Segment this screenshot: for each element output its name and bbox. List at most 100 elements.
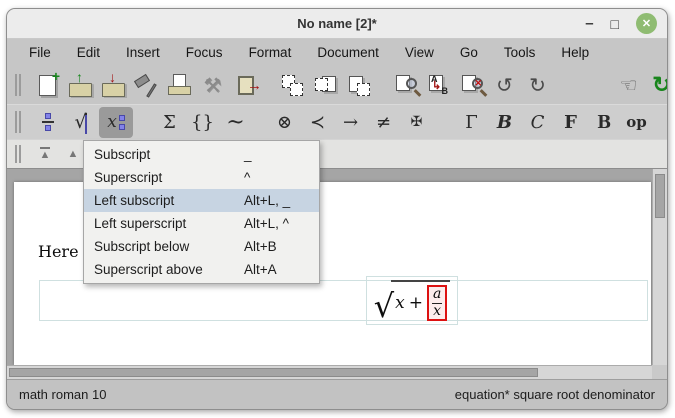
menu-item-subscript-below[interactable]: Subscript below Alt+B: [84, 235, 319, 258]
gamma-icon: Γ: [465, 112, 478, 133]
fraction-denominator: x: [433, 304, 441, 319]
scroll-up-button[interactable]: ▲: [61, 142, 85, 166]
menu-item-shortcut: ^: [244, 170, 250, 185]
back-button[interactable]: ☜: [614, 71, 643, 100]
scripts-button[interactable]: x: [99, 107, 133, 138]
big-operator-button[interactable]: Σ: [155, 108, 184, 137]
equation-environment-box: √x+ax: [39, 280, 648, 321]
back-hand-icon: ☜: [620, 73, 638, 98]
bold-button[interactable]: B: [490, 108, 519, 137]
otimes-icon: ⊗: [277, 112, 292, 133]
replace-arrow-icon: ↳: [432, 79, 441, 92]
cut-icon: [315, 78, 328, 91]
menu-item-label: Left superscript: [94, 216, 244, 231]
horizontal-scrollbar-thumb[interactable]: [9, 368, 538, 377]
menu-item-shortcut: Alt+L, _: [244, 193, 290, 208]
statusbar: math roman 10 equation* square root deno…: [7, 379, 667, 409]
spell-handle-icon: [480, 89, 488, 97]
horizontal-scrollbar[interactable]: [7, 365, 652, 379]
undo-button[interactable]: ↺: [490, 71, 519, 100]
menu-view[interactable]: View: [392, 45, 447, 60]
prec-icon: ≺: [310, 112, 325, 133]
crossed-tools-icon: ⚒: [204, 73, 222, 98]
op-icon: op: [626, 113, 647, 131]
maltese-icon: ✠: [411, 114, 423, 130]
cut-button[interactable]: [311, 71, 340, 100]
circled-times-button[interactable]: ⊗: [270, 108, 299, 137]
menu-item-superscript-above[interactable]: Superscript above Alt+A: [84, 258, 319, 281]
square-root-button[interactable]: √: [66, 108, 95, 137]
menu-item-label: Subscript below: [94, 239, 244, 254]
menu-item-label: Subscript: [94, 147, 244, 162]
vertical-scrollbar-thumb[interactable]: [655, 174, 665, 218]
menu-go[interactable]: Go: [447, 45, 491, 60]
plus-operator: +: [409, 293, 423, 313]
menu-document[interactable]: Document: [304, 45, 392, 60]
save-document-button[interactable]: ↓: [99, 71, 128, 100]
export-button[interactable]: →: [231, 71, 260, 100]
misc-symbol-button[interactable]: ✠: [402, 108, 431, 137]
print-button[interactable]: [165, 71, 194, 100]
menu-file[interactable]: File: [16, 45, 64, 60]
blackboard-button[interactable]: B: [589, 108, 618, 137]
menu-item-superscript[interactable]: Superscript ^: [84, 166, 319, 189]
triangle-top-icon: ▲: [40, 147, 51, 161]
fraktur-button[interactable]: F: [556, 108, 585, 137]
system-tools-button[interactable]: ⚒: [198, 71, 227, 100]
menu-insert[interactable]: Insert: [113, 45, 173, 60]
menu-item-left-superscript[interactable]: Left superscript Alt+L, ^: [84, 212, 319, 235]
precedes-button[interactable]: ≺: [303, 108, 332, 137]
scroll-top-button[interactable]: ▲: [33, 142, 57, 166]
menu-item-left-subscript[interactable]: Left subscript Alt+L, _: [84, 189, 319, 212]
fraction-icon: [42, 113, 54, 131]
menu-item-label: Superscript: [94, 170, 244, 185]
menu-edit[interactable]: Edit: [64, 45, 113, 60]
up-arrow-badge-icon: ↑: [76, 70, 83, 84]
minimize-icon[interactable]: –: [585, 19, 593, 29]
operator-button[interactable]: op: [622, 108, 651, 137]
menu-help[interactable]: Help: [548, 45, 602, 60]
fraction-numerator: a: [432, 287, 442, 303]
not-equal-button[interactable]: ≠: [369, 108, 398, 137]
right-arrow-icon: →: [343, 112, 358, 133]
paste-icon: [357, 83, 370, 96]
window-controls: – □ ✕: [585, 13, 667, 34]
calligraphic-button[interactable]: C: [523, 108, 552, 137]
brackets-button[interactable]: {}: [188, 108, 217, 137]
sigma-icon: Σ: [163, 112, 176, 133]
reload-button[interactable]: ↻: [647, 71, 668, 100]
spell-check-button[interactable]: ✕: [457, 71, 486, 100]
scripts-boxes-icon: [119, 115, 125, 130]
status-left-mode: math roman 10: [19, 387, 106, 402]
find-button[interactable]: [391, 71, 420, 100]
greek-button[interactable]: Γ: [457, 108, 486, 137]
menu-format[interactable]: Format: [236, 45, 305, 60]
maximize-icon[interactable]: □: [611, 17, 619, 31]
toolbar-grip[interactable]: [15, 111, 17, 133]
titlebar[interactable]: No name [2]* – □ ✕: [7, 9, 667, 39]
copy-button[interactable]: [278, 71, 307, 100]
build-hammer-button[interactable]: [132, 71, 161, 100]
menubar: File Edit Insert Focus Format Document V…: [7, 39, 667, 66]
accent-button[interactable]: ~: [221, 108, 250, 137]
neq-icon: ≠: [376, 112, 391, 133]
open-document-button[interactable]: ↑: [66, 71, 95, 100]
menu-tools[interactable]: Tools: [491, 45, 549, 60]
vertical-scrollbar[interactable]: [652, 169, 667, 365]
square-root-focus-box: √x+ax: [366, 276, 458, 325]
plus-badge-icon: +: [52, 69, 60, 83]
menu-item-label: Left subscript: [94, 193, 244, 208]
math-toolbar: √ x Σ {} ~ ⊗ ≺ → ≠: [7, 104, 667, 139]
arrow-button[interactable]: →: [336, 108, 365, 137]
close-icon[interactable]: ✕: [636, 13, 657, 34]
new-document-button[interactable]: +: [33, 71, 62, 100]
sqrt-box-icon: [85, 113, 87, 134]
menu-item-subscript[interactable]: Subscript _: [84, 143, 319, 166]
replace-button[interactable]: A ↳ B: [424, 71, 453, 100]
fraction-button[interactable]: [33, 108, 62, 137]
paste-button[interactable]: [344, 71, 373, 100]
redo-button[interactable]: ↻: [523, 71, 552, 100]
menu-focus[interactable]: Focus: [173, 45, 236, 60]
toolbar-grip[interactable]: [15, 74, 17, 96]
toolbar-grip[interactable]: [15, 145, 17, 163]
